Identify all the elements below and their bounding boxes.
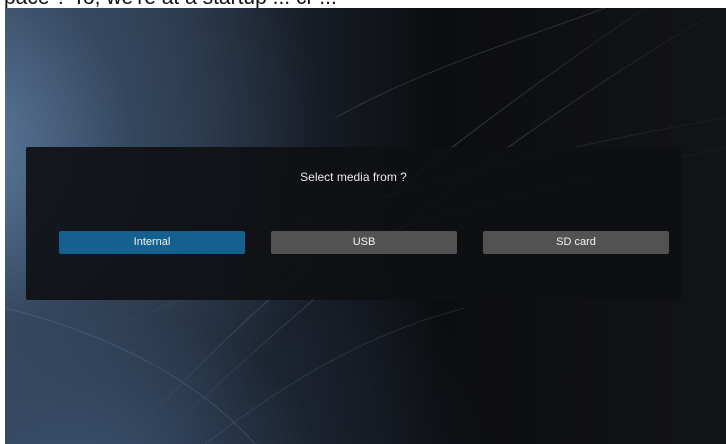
- dialog-title: Select media from ?: [300, 170, 407, 184]
- usb-button[interactable]: USB: [271, 231, 457, 254]
- select-media-dialog: Select media from ? Internal USB SD card: [26, 147, 681, 300]
- tv-screen: Select media from ? Internal USB SD card: [5, 8, 726, 444]
- cropped-header-text: pace ? To, we're at a startup ... cr ...: [4, 0, 337, 8]
- sd-card-button[interactable]: SD card: [483, 231, 669, 254]
- internal-button[interactable]: Internal: [59, 231, 245, 254]
- top-cropped-text-strip: pace ? To, we're at a startup ... cr ...: [0, 0, 726, 8]
